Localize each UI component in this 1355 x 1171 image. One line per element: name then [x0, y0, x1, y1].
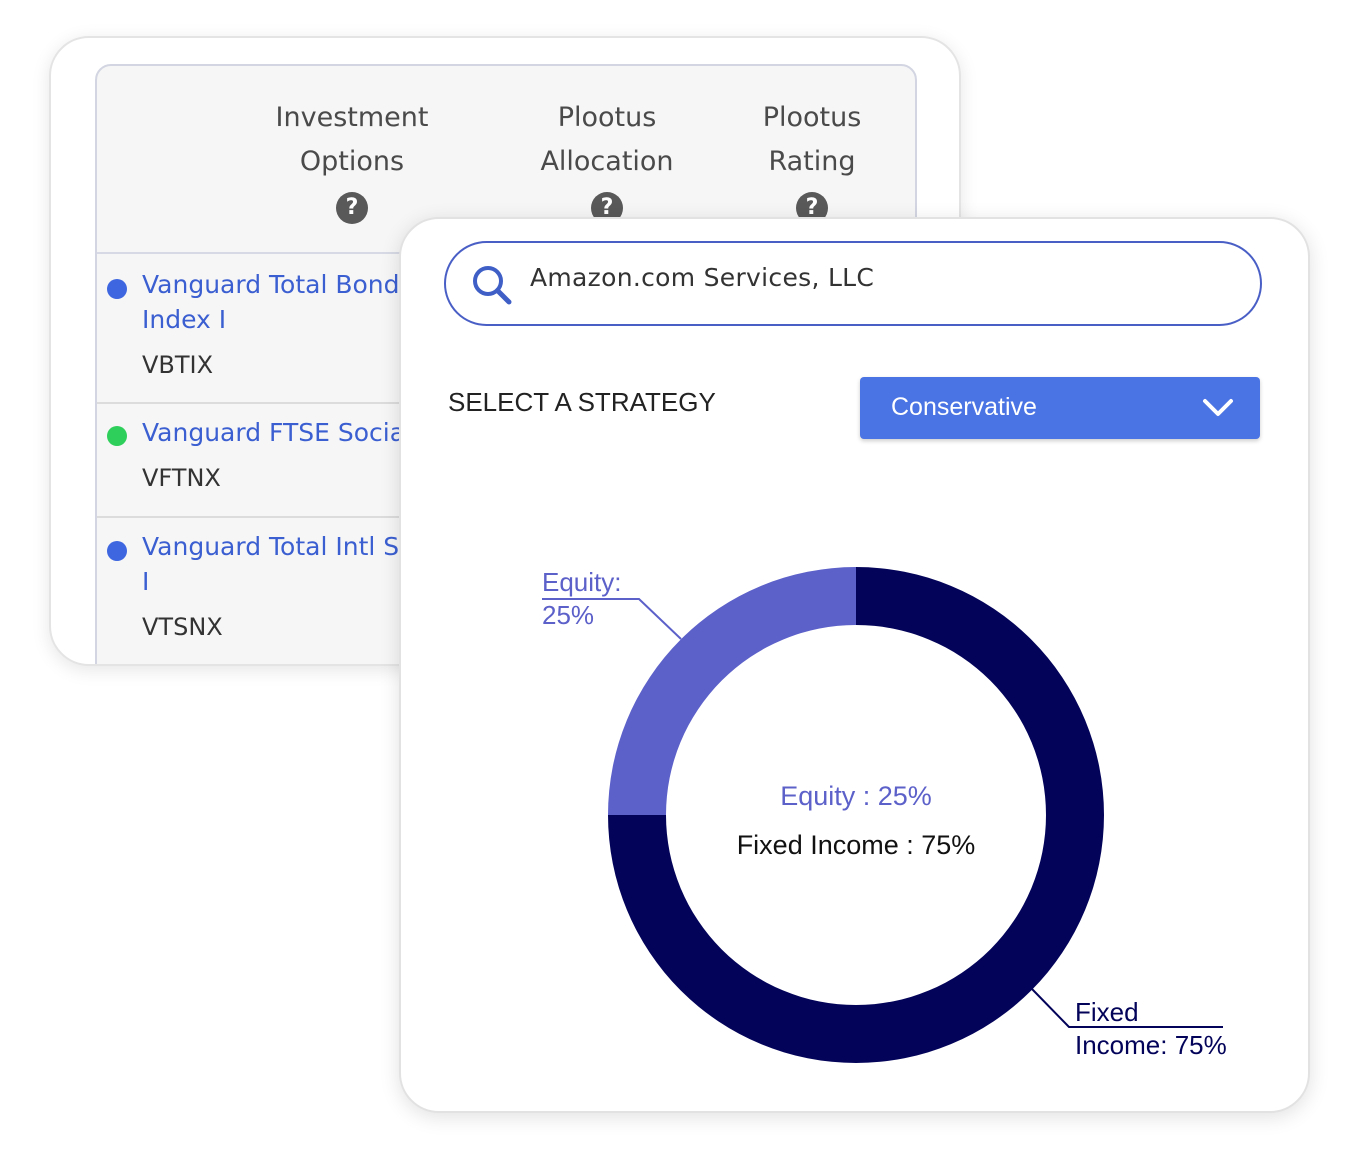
help-icon[interactable]: ?: [336, 192, 368, 224]
fund-name-link[interactable]: Vanguard FTSE Social: [142, 415, 442, 450]
center-label-fixed-income: Fixed Income : 75%: [737, 830, 976, 860]
center-label-equity: Equity : 25%: [780, 781, 932, 811]
header-line: Rating: [768, 146, 856, 177]
fund-name-line: Vanguard FTSE Social: [142, 418, 412, 447]
column-header-plootus-rating: Plootus Rating ?: [732, 96, 892, 228]
fund-name-link[interactable]: Vanguard Total Bond M Index I: [142, 267, 442, 337]
fixed-income-callout-value: Income: 75%: [1075, 1030, 1227, 1060]
header-line: Plootus: [762, 102, 862, 133]
status-dot: [107, 426, 127, 446]
header-line: Investment: [275, 102, 429, 133]
status-dot: [107, 541, 127, 561]
fund-ticker: VFTNX: [142, 464, 221, 492]
header-line: Plootus: [557, 102, 657, 133]
fund-name-link[interactable]: Vanguard Total Intl Sto I: [142, 529, 442, 599]
column-header-plootus-allocation: Plootus Allocation ?: [507, 96, 707, 228]
header-line: Allocation: [540, 146, 674, 177]
fixed-income-callout-label: Fixed: [1075, 997, 1139, 1027]
header-line: Options: [299, 146, 405, 177]
fund-name-line: Vanguard Total Intl Sto: [142, 532, 425, 561]
fund-ticker: VTSNX: [142, 613, 223, 641]
equity-callout-label: Equity:: [542, 567, 622, 597]
fund-name-line: I: [142, 567, 150, 596]
fund-name-line: Index I: [142, 305, 227, 334]
fund-name-line: Vanguard Total Bond M: [142, 270, 430, 299]
equity-callout-value: 25%: [542, 600, 594, 630]
strategy-card: Amazon.com Services, LLC SELECT A STRATE…: [399, 217, 1310, 1113]
status-dot: [107, 279, 127, 299]
allocation-donut-chart: Equity : 25% Fixed Income : 75% Equity: …: [542, 567, 1227, 1063]
column-header-investment-options: Investment Options ?: [242, 96, 462, 228]
fund-ticker: VBTIX: [142, 351, 214, 379]
